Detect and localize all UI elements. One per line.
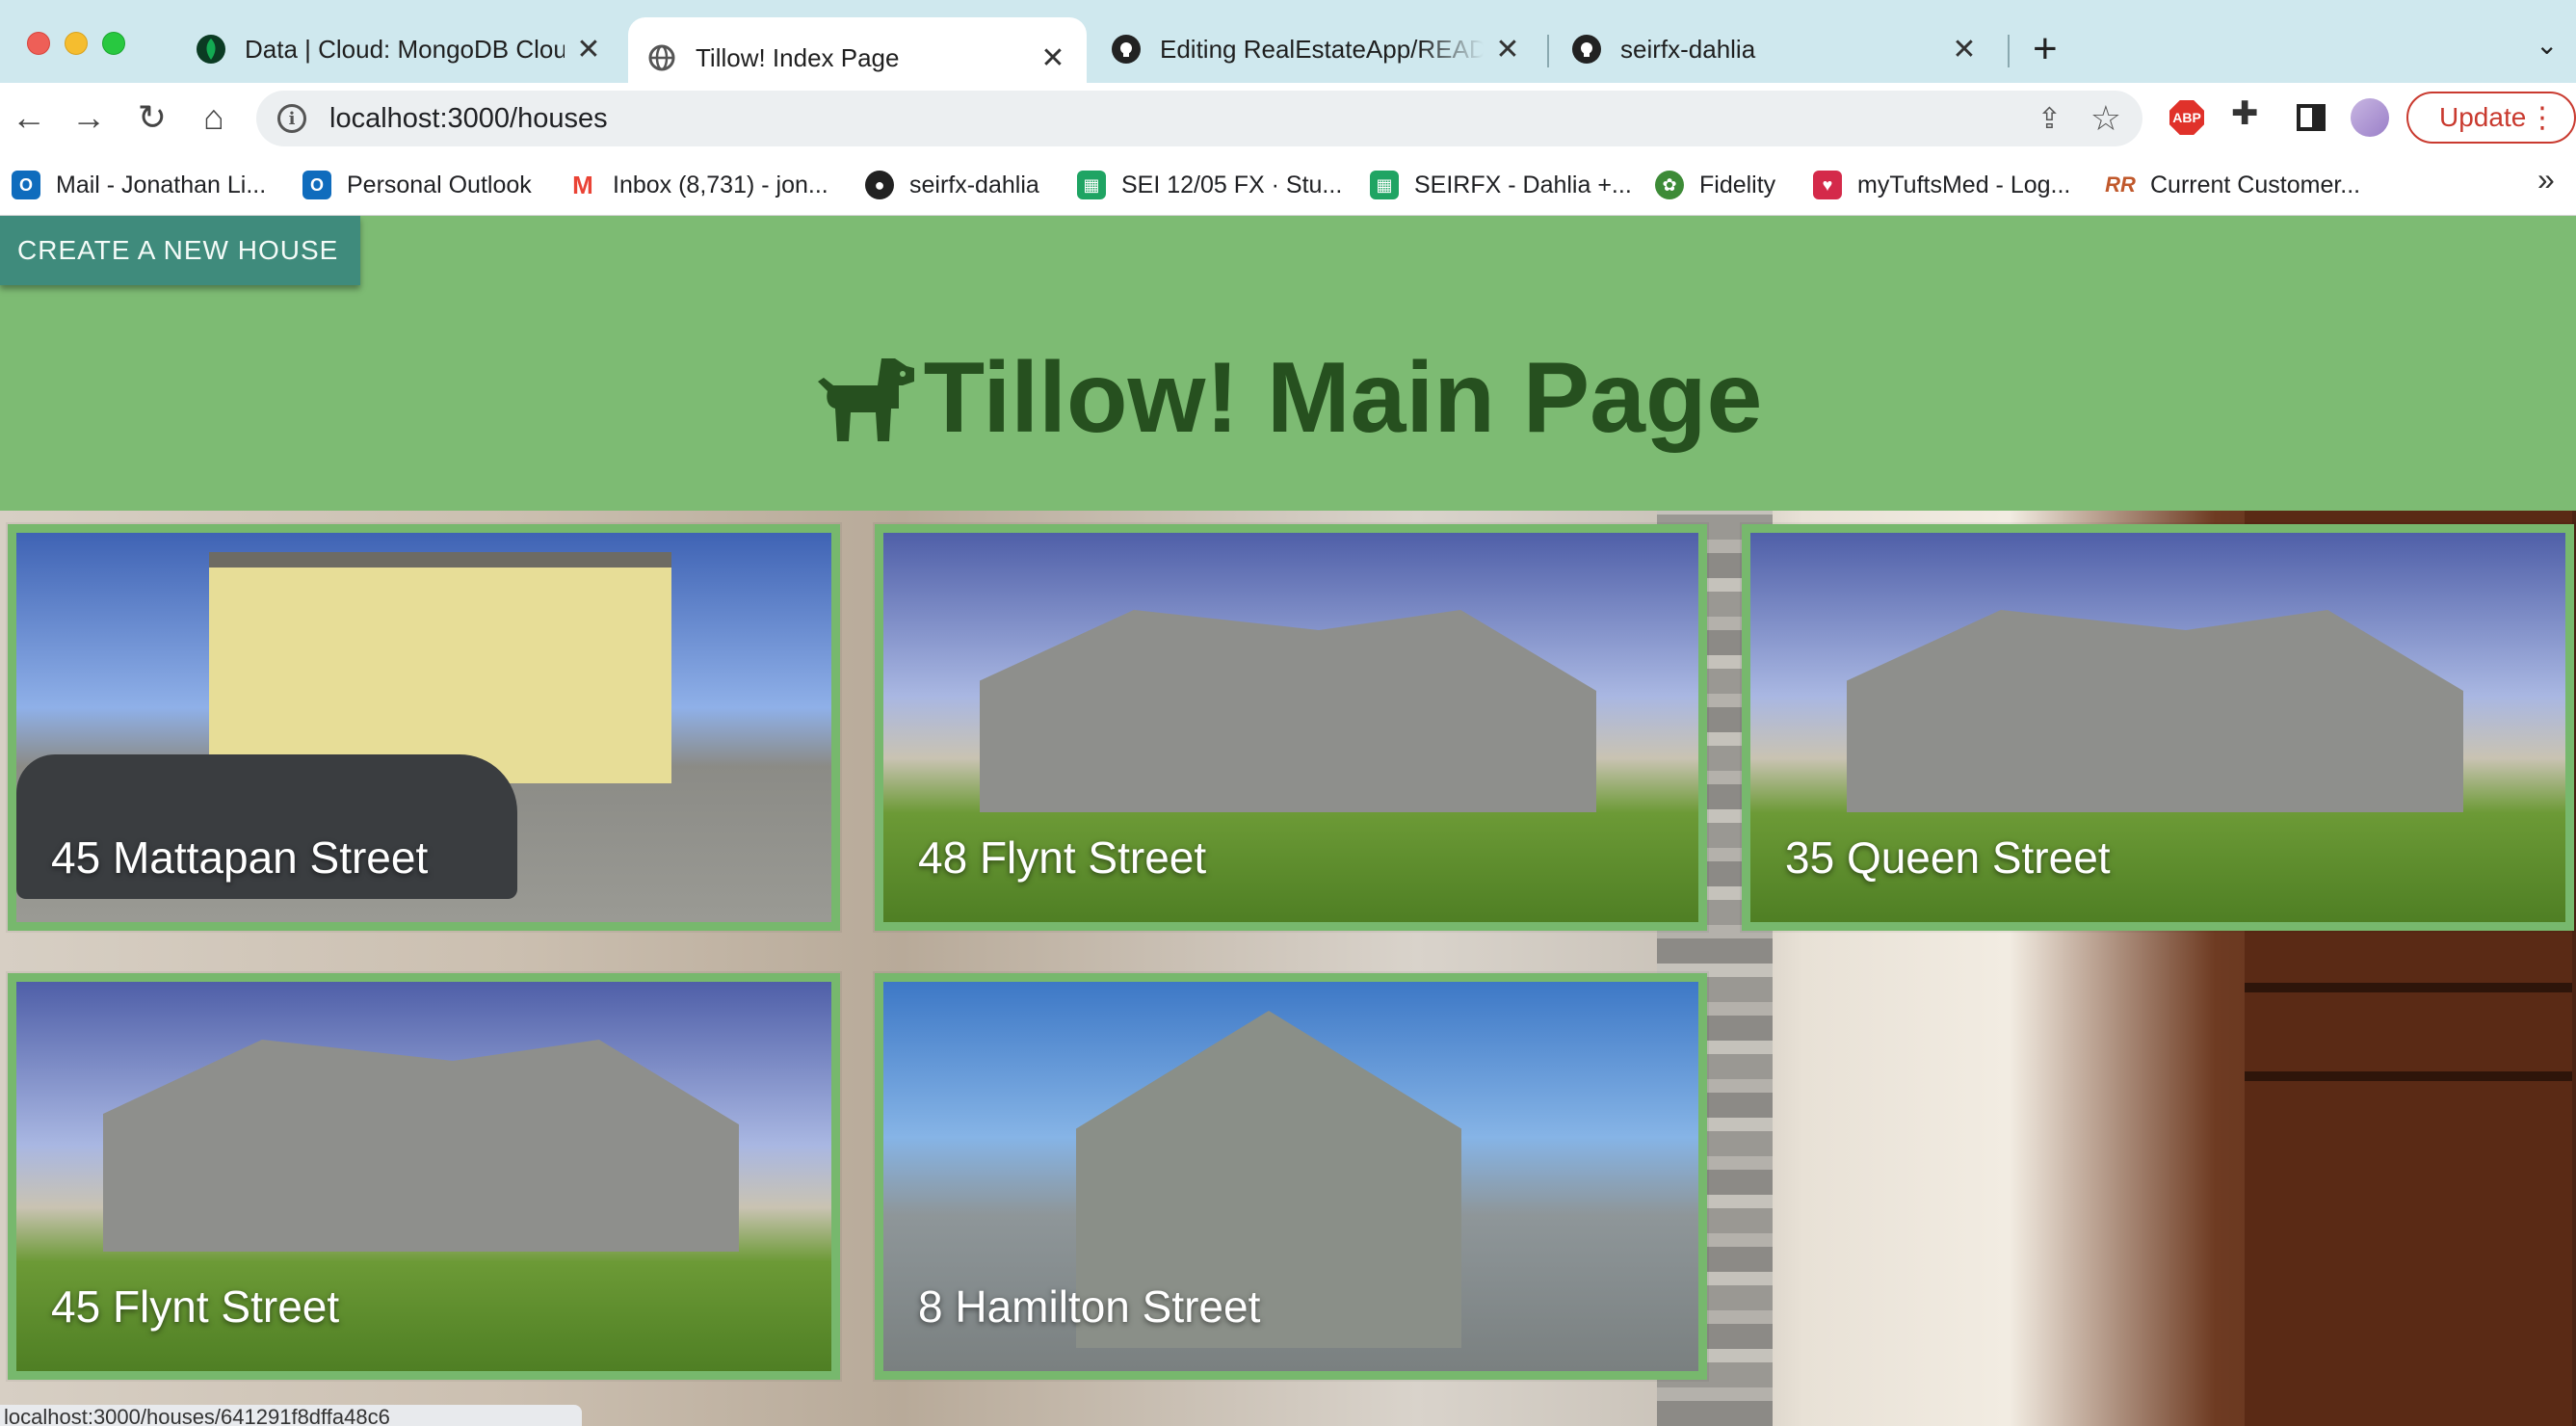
house-photo-building xyxy=(1847,610,2463,812)
page-title-text: Tillow! Main Page xyxy=(923,342,1763,454)
bookmarks-overflow-chevron-icon[interactable]: » xyxy=(2537,162,2555,198)
bookmark-seirfx-dahlia[interactable]: ● seirfx-dahlia xyxy=(865,166,1039,204)
fidelity-icon: ✿ xyxy=(1655,171,1684,199)
page-title: Tillow! Main Page xyxy=(814,341,1763,456)
bookmark-label: myTuftsMed - Log... xyxy=(1857,171,2071,198)
zoom-window-button[interactable] xyxy=(102,32,125,55)
bookmarks-bar: O Mail - Jonathan Li... O Personal Outlo… xyxy=(0,156,2576,216)
house-name-label: 48 Flynt Street xyxy=(918,832,1207,883)
bookmark-fidelity[interactable]: ✿ Fidelity xyxy=(1655,166,1775,204)
house-photo-building xyxy=(980,610,1596,812)
bookmark-sei-1205[interactable]: ▦ SEI 12/05 FX · Stu... xyxy=(1077,166,1342,204)
github-icon: ● xyxy=(865,171,894,199)
share-icon[interactable]: ⇪ xyxy=(2037,102,2062,136)
tab-separator xyxy=(1547,35,1549,67)
globe-icon xyxy=(647,43,676,72)
bookmark-current-customer[interactable]: RR Current Customer... xyxy=(2105,166,2361,204)
bookmark-mail[interactable]: O Mail - Jonathan Li... xyxy=(12,166,266,204)
bookmark-gmail-inbox[interactable]: M Inbox (8,731) - jon... xyxy=(568,166,828,204)
bookmark-label: Personal Outlook xyxy=(347,171,532,198)
house-name-label: 35 Queen Street xyxy=(1785,832,2111,883)
close-window-button[interactable] xyxy=(27,32,50,55)
tab-title: seirfx-dahlia xyxy=(1620,34,1756,64)
outlook-icon: O xyxy=(302,171,331,199)
sheets-icon: ▦ xyxy=(1370,171,1399,199)
create-new-house-button[interactable]: CREATE A NEW HOUSE xyxy=(0,216,360,285)
page-header: CREATE A NEW HOUSE Tillow! Main Page xyxy=(0,216,2576,511)
close-icon[interactable]: ✕ xyxy=(1493,33,1522,66)
house-card-45-flynt[interactable]: 45 Flynt Street xyxy=(8,973,840,1380)
tab-github-readme[interactable]: Editing RealEstateApp/README ✕ xyxy=(1092,17,1541,81)
bookmark-seirfx-dahlia-sheet[interactable]: ▦ SEIRFX - Dahlia +... xyxy=(1370,166,1632,204)
status-bar-url: localhost:3000/houses/641291f8dffa48c6 xyxy=(0,1405,582,1426)
reload-button[interactable]: ↻ xyxy=(133,94,171,141)
outlook-icon: O xyxy=(12,171,40,199)
bookmark-label: seirfx-dahlia xyxy=(909,171,1039,198)
page-viewport: CREATE A NEW HOUSE Tillow! Main Page 45 … xyxy=(0,216,2576,1426)
tab-seirfx[interactable]: seirfx-dahlia ✕ xyxy=(1553,17,1998,81)
address-bar[interactable]: i localhost:3000/houses ⇪ ☆ xyxy=(256,91,2142,146)
profile-avatar[interactable] xyxy=(2351,98,2389,137)
tab-title: Data | Cloud: MongoDB Cloud xyxy=(245,34,565,64)
house-card-8-hamilton[interactable]: 8 Hamilton Street xyxy=(875,973,1707,1380)
update-label: Update xyxy=(2439,102,2527,132)
new-tab-button[interactable]: + xyxy=(2033,25,2058,73)
tab-mongodb[interactable]: Data | Cloud: MongoDB Cloud ✕ xyxy=(177,17,622,81)
url-text[interactable]: localhost:3000/houses xyxy=(329,103,608,135)
close-icon[interactable]: ✕ xyxy=(574,33,603,66)
bookmark-label: SEIRFX - Dahlia +... xyxy=(1414,171,1632,198)
github-icon xyxy=(1112,35,1141,64)
tab-search-chevron-icon[interactable]: ⌄ xyxy=(2536,29,2558,61)
bookmark-mytuftsmed[interactable]: ♥ myTuftsMed - Log... xyxy=(1813,166,2070,204)
house-photo-building xyxy=(209,552,671,783)
house-card-45-mattapan[interactable]: 45 Mattapan Street xyxy=(8,524,840,931)
bookmark-star-icon[interactable]: ☆ xyxy=(2090,98,2121,139)
site-info-icon[interactable]: i xyxy=(277,104,306,133)
minimize-window-button[interactable] xyxy=(65,32,88,55)
rr-icon: RR xyxy=(2105,171,2136,199)
house-name-label: 45 Mattapan Street xyxy=(51,832,429,883)
bookmark-label: SEI 12/05 FX · Stu... xyxy=(1121,171,1343,198)
mongodb-leaf-icon xyxy=(197,35,225,64)
house-photo-building xyxy=(103,1040,739,1252)
bookmark-label: Mail - Jonathan Li... xyxy=(56,171,267,198)
bookmark-label: Inbox (8,731) - jon... xyxy=(613,171,828,198)
house-card-48-flynt[interactable]: 48 Flynt Street xyxy=(875,524,1707,931)
side-panel-icon[interactable] xyxy=(2297,104,2326,131)
extensions-puzzle-icon[interactable]: ✚ xyxy=(2231,94,2259,133)
gmail-icon: M xyxy=(568,171,597,199)
github-icon xyxy=(1572,35,1601,64)
house-name-label: 45 Flynt Street xyxy=(51,1281,340,1332)
bookmark-label: Current Customer... xyxy=(2150,171,2361,198)
bookmark-label: Fidelity xyxy=(1699,171,1776,198)
close-icon[interactable]: ✕ xyxy=(1950,33,1979,66)
forward-button[interactable]: → xyxy=(69,94,108,141)
close-icon[interactable]: ✕ xyxy=(1038,41,1067,75)
bookmark-personal-outlook[interactable]: O Personal Outlook xyxy=(302,166,532,204)
house-name-label: 8 Hamilton Street xyxy=(918,1281,1261,1332)
back-button[interactable]: ← xyxy=(10,94,48,141)
heart-icon: ♥ xyxy=(1813,171,1842,199)
tab-separator xyxy=(2008,35,2010,67)
house-card-35-queen[interactable]: 35 Queen Street xyxy=(1742,524,2574,931)
update-button[interactable]: Update ⋮ xyxy=(2406,92,2576,144)
tab-title: Tillow! Index Page xyxy=(696,42,900,72)
sheets-icon: ▦ xyxy=(1077,171,1106,199)
dog-icon xyxy=(817,357,914,441)
home-button[interactable]: ⌂ xyxy=(195,94,233,141)
more-menu-icon[interactable]: ⋮ xyxy=(2528,101,2557,135)
tab-title: Editing RealEstateApp/README xyxy=(1160,34,1484,64)
